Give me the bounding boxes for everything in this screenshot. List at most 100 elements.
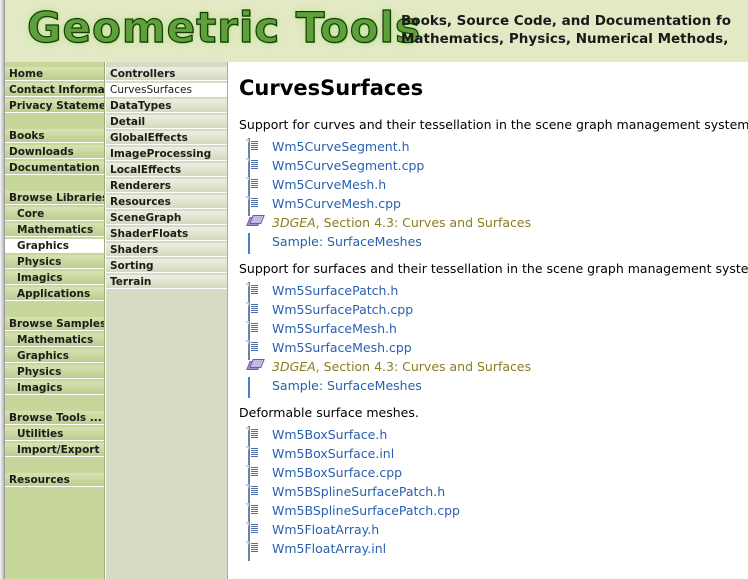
module-item-imageprocessing[interactable]: ImageProcessing [106, 147, 227, 161]
module-item-localeffects[interactable]: LocalEffects [106, 163, 227, 177]
source-file-link[interactable]: Wm5SurfacePatch.cpp [272, 302, 413, 317]
sidebar-item-mathematics[interactable]: Mathematics [5, 223, 104, 237]
file-icon-glyph [248, 502, 250, 523]
content-section: Deformable surface meshes. Wm5BoxSurface.… [239, 404, 748, 561]
content-section: Support for curves and their tessellatio… [239, 116, 748, 254]
resource-link-row[interactable]: 3DGEA, Section 4.3: Curves and Surfaces [239, 357, 748, 376]
module-item-shaders[interactable]: Shaders [106, 243, 227, 257]
sidebar-item-books[interactable]: Books [5, 129, 104, 143]
file-icon-glyph [248, 282, 250, 303]
resource-link-row[interactable]: 3DGEA, Section 4.3: Curves and Surfaces [239, 213, 748, 232]
source-file-link[interactable]: Wm5SurfaceMesh.cpp [272, 340, 412, 355]
sidebar-item-privacy-statement[interactable]: Privacy Statement [5, 99, 104, 113]
module-item-sorting[interactable]: Sorting [106, 259, 227, 273]
source-file-link[interactable]: Wm5BSplineSurfacePatch.h [272, 484, 445, 499]
resource-link-row[interactable]: Sample: SurfaceMeshes [239, 232, 748, 254]
file-icon-glyph [248, 176, 250, 197]
resource-link-row[interactable]: Wm5BoxSurface.h [239, 425, 748, 447]
section-description: Support for surfaces and their tessellat… [239, 261, 748, 276]
module-item-controllers[interactable]: Controllers [106, 67, 227, 81]
module-item-shaderfloats[interactable]: ShaderFloats [106, 227, 227, 241]
module-item-renderers[interactable]: Renderers [106, 179, 227, 193]
source-file-link[interactable]: Wm5FloatArray.h [272, 522, 379, 537]
sidebar-item-physics[interactable]: Physics [5, 255, 104, 269]
resource-link-row[interactable]: Sample: SurfaceMeshes [239, 376, 748, 398]
sidebar-item-graphics[interactable]: Graphics [5, 349, 104, 363]
file-icon [248, 339, 262, 360]
sidebar-item-contact-information[interactable]: Contact Information [5, 83, 104, 97]
main-content: CurvesSurfaces Support for curves and th… [229, 62, 748, 579]
sidebar-item-browse-tools[interactable]: Browse Tools ... [5, 411, 104, 425]
book-icon [248, 359, 262, 374]
resource-link-row[interactable]: Wm5SurfaceMesh.h [239, 319, 748, 341]
module-item-terrain[interactable]: Terrain [106, 275, 227, 289]
book-icon [248, 215, 262, 230]
source-file-link[interactable]: Wm5SurfacePatch.h [272, 283, 398, 298]
file-icon [248, 301, 262, 322]
resource-link-row[interactable]: Wm5CurveMesh.cpp [239, 194, 748, 216]
resource-link-row[interactable]: Wm5FloatArray.inl [239, 539, 748, 561]
reference-link[interactable]: 3DGEA, Section 4.3: Curves and Surfaces [272, 359, 531, 374]
module-item-datatypes[interactable]: DataTypes [106, 99, 227, 113]
reference-link[interactable]: 3DGEA, Section 4.3: Curves and Surfaces [272, 215, 531, 230]
module-item-scenegraph[interactable]: SceneGraph [106, 211, 227, 225]
sidebar-item-graphics[interactable]: Graphics [5, 239, 104, 253]
resource-link-row[interactable]: Wm5SurfacePatch.cpp [239, 300, 748, 322]
sidebar-item-home[interactable]: Home [5, 67, 104, 81]
file-icon [248, 157, 262, 178]
source-file-link[interactable]: Wm5SurfaceMesh.h [272, 321, 397, 336]
source-file-link[interactable]: Wm5BoxSurface.h [272, 427, 387, 442]
source-file-link[interactable]: Wm5BoxSurface.inl [272, 446, 394, 461]
sidebar-item-downloads[interactable]: Downloads [5, 145, 104, 159]
resource-link-row[interactable]: Wm5BoxSurface.inl [239, 444, 748, 466]
source-file-link[interactable]: Wm5CurveSegment.cpp [272, 158, 424, 173]
sidebar-item-imagics[interactable]: Imagics [5, 381, 104, 395]
source-file-link[interactable]: Wm5CurveMesh.h [272, 177, 386, 192]
sidebar-item-documentation[interactable]: Documentation [5, 161, 104, 175]
resource-link-row[interactable]: Wm5SurfacePatch.h [239, 281, 748, 303]
source-file-link[interactable]: Wm5FloatArray.inl [272, 541, 386, 556]
module-item-detail[interactable]: Detail [106, 115, 227, 129]
source-file-link[interactable]: Wm5CurveSegment.h [272, 139, 410, 154]
reference-title: 3DGEA [272, 215, 316, 230]
source-file-link[interactable]: Wm5BSplineSurfacePatch.cpp [272, 503, 460, 518]
resource-link-row[interactable]: Wm5CurveMesh.h [239, 175, 748, 197]
resource-link-row[interactable]: Wm5CurveSegment.cpp [239, 156, 748, 178]
sidebar-item-imagics[interactable]: Imagics [5, 271, 104, 285]
sidebar-item-resources[interactable]: Resources [5, 473, 104, 487]
module-item-curvessurfaces[interactable]: CurvesSurfaces [106, 83, 227, 97]
resource-link-row[interactable]: Wm5BoxSurface.cpp [239, 463, 748, 485]
file-icon-glyph [248, 157, 250, 178]
module-item-resources[interactable]: Resources [106, 195, 227, 209]
site-logo[interactable]: Geometric Tools [26, 2, 421, 54]
file-icon-glyph [248, 320, 250, 341]
sidebar-item-browse-libraries[interactable]: Browse Libraries ... [5, 191, 104, 205]
resource-link-row[interactable]: Wm5FloatArray.h [239, 520, 748, 542]
source-file-link[interactable]: Wm5CurveMesh.cpp [272, 196, 401, 211]
file-icon-glyph [248, 195, 250, 216]
sidebar-item-utilities[interactable]: Utilities [5, 427, 104, 441]
file-icon-glyph [248, 138, 250, 159]
sidebar-item-browse-samples[interactable]: Browse Samples ... [5, 317, 104, 331]
source-file-link[interactable]: Wm5BoxSurface.cpp [272, 465, 402, 480]
sidebar-item-core[interactable]: Core [5, 207, 104, 221]
sidebar-item-applications[interactable]: Applications [5, 287, 104, 301]
resource-link-row[interactable]: Wm5BSplineSurfacePatch.cpp [239, 501, 748, 523]
window-icon-glyph [248, 233, 250, 254]
module-item-globaleffects[interactable]: GlobalEffects [106, 131, 227, 145]
file-icon [248, 464, 262, 485]
sample-link[interactable]: Sample: SurfaceMeshes [272, 378, 422, 393]
resource-link-row[interactable]: Wm5CurveSegment.h [239, 137, 748, 159]
file-icon [248, 138, 262, 159]
sidebar-item-import-export[interactable]: Import/Export [5, 443, 104, 457]
sidebar-item-physics[interactable]: Physics [5, 365, 104, 379]
sample-link[interactable]: Sample: SurfaceMeshes [272, 234, 422, 249]
reference-detail: , Section 4.3: Curves and Surfaces [315, 215, 532, 230]
window-icon [248, 377, 262, 398]
file-icon-glyph [248, 301, 250, 322]
sidebar-item-mathematics[interactable]: Mathematics [5, 333, 104, 347]
resource-link-row[interactable]: Wm5BSplineSurfacePatch.h [239, 482, 748, 504]
resource-link-row[interactable]: Wm5SurfaceMesh.cpp [239, 338, 748, 360]
